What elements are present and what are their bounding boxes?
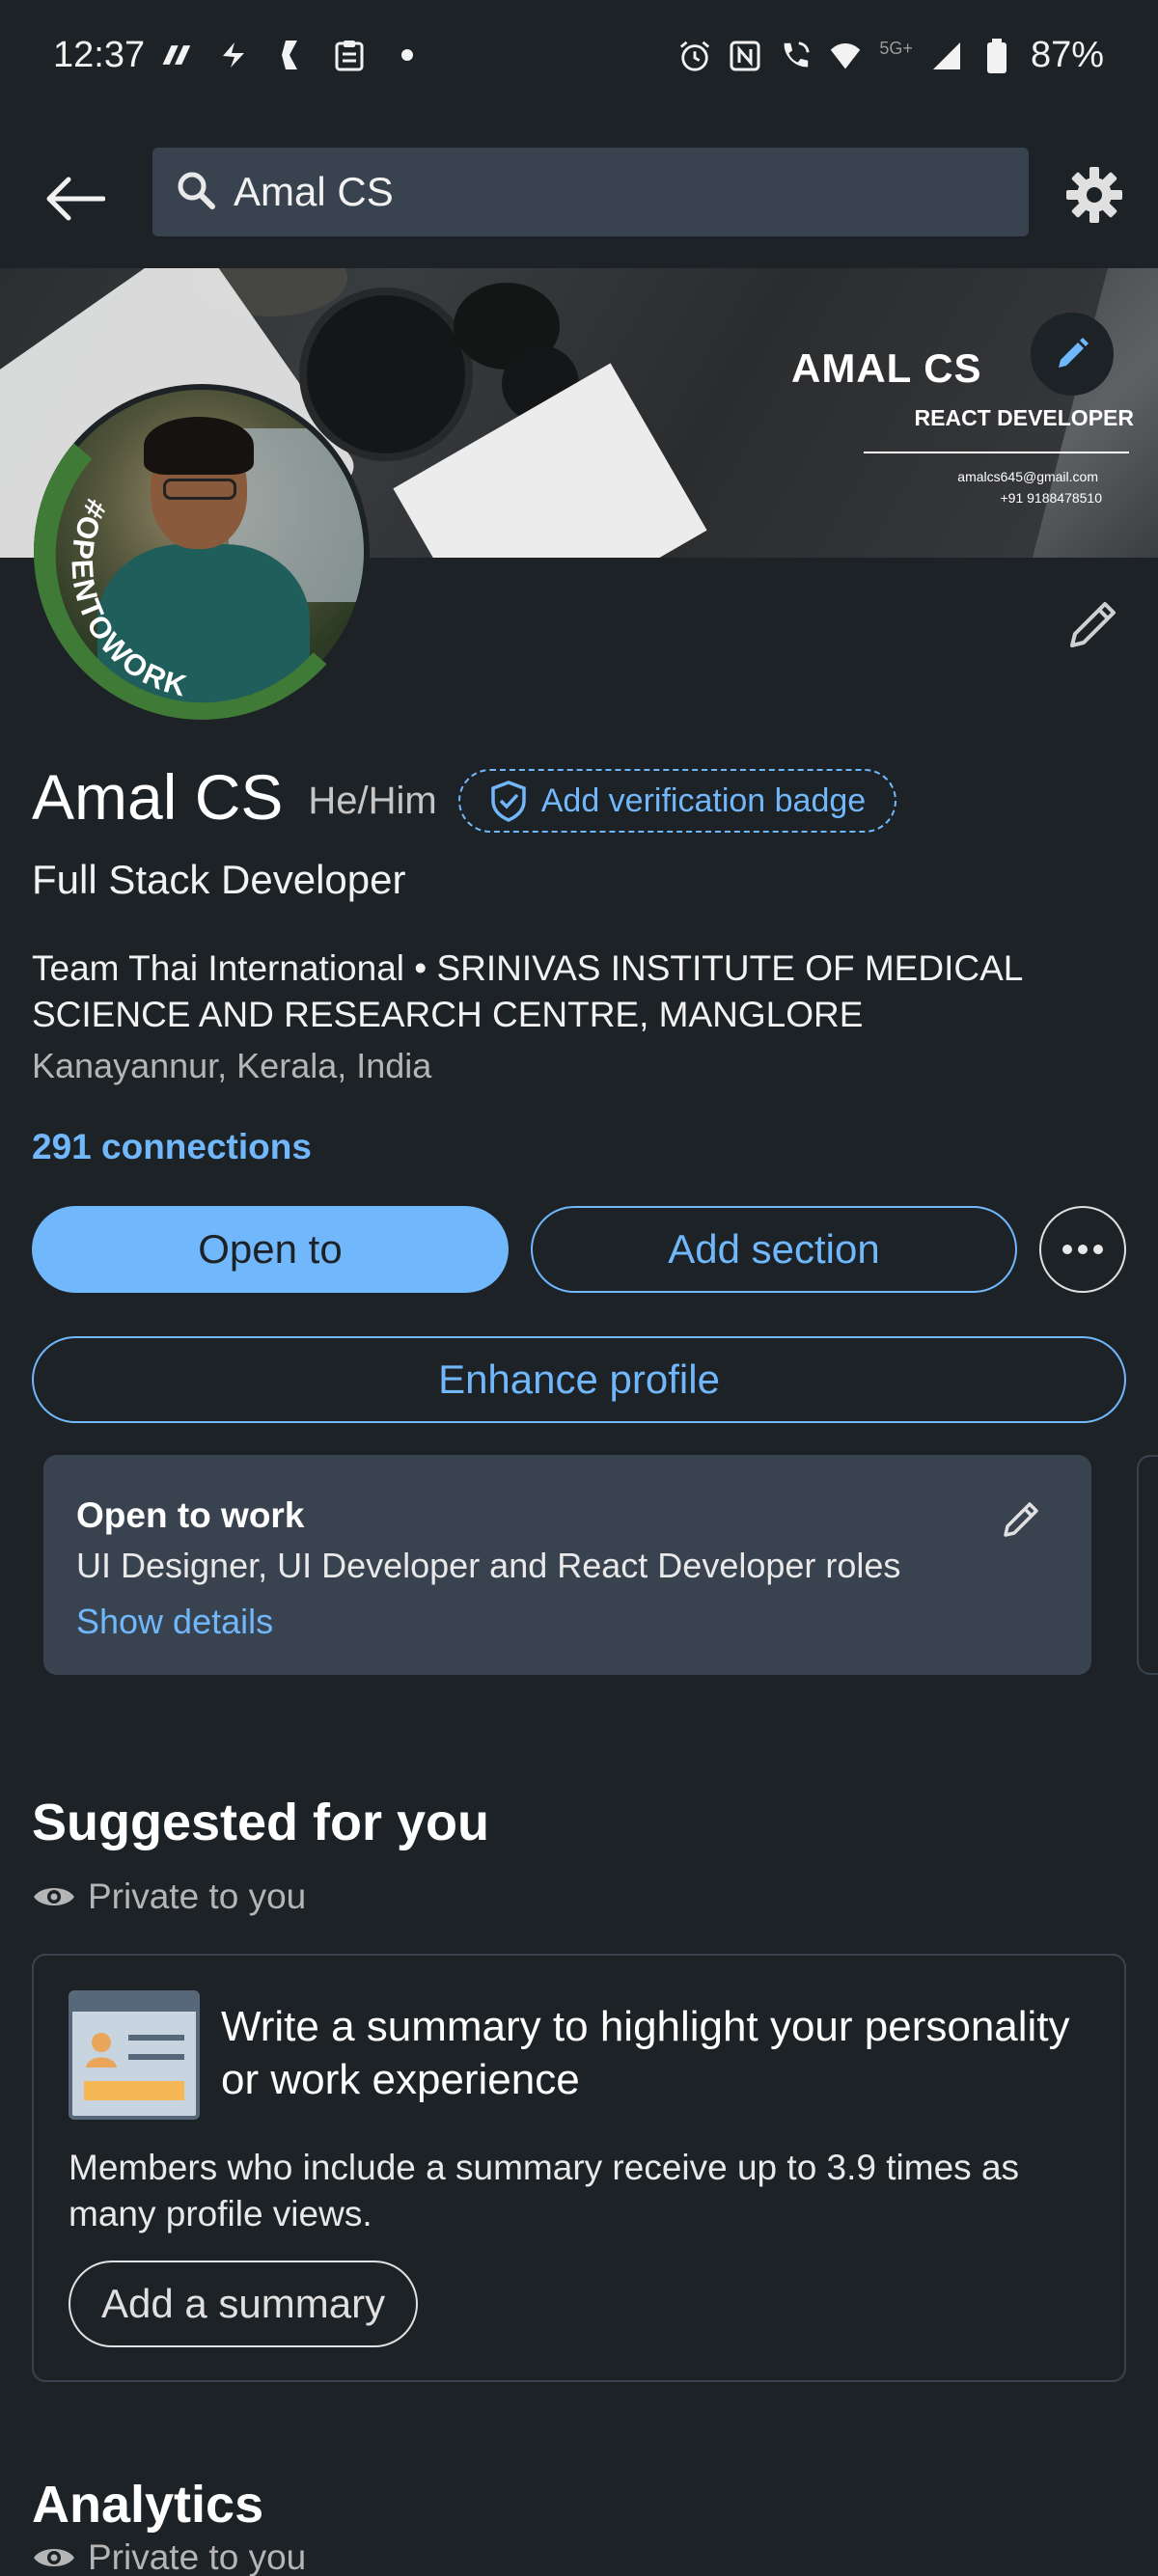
add-summary-button[interactable]: Add a summary [69, 2261, 419, 2347]
status-right-icons: 5G+ 87% [678, 35, 1104, 76]
banner-name: AMAL CS [791, 345, 982, 391]
analytics-title: Analytics [32, 2476, 264, 2534]
open-to-work-roles: UI Designer, UI Developer and React Deve… [76, 1546, 901, 1585]
more-notifications-dot-icon [391, 39, 424, 71]
arrow-left-icon [46, 177, 105, 221]
banner-email: amalcs645@gmail.com [957, 469, 1098, 484]
edit-open-to-work-button[interactable] [999, 1495, 1045, 1542]
suggested-privacy: Private to you [32, 1877, 306, 1917]
profile-card-illustration-icon [69, 1990, 200, 2120]
summary-suggestion-card: Write a summary to highlight your person… [32, 1954, 1126, 2382]
profile-name: Amal CS [32, 761, 284, 833]
pencil-icon [1070, 602, 1116, 647]
pencil-icon [1059, 338, 1089, 368]
search-icon [176, 170, 216, 215]
alarm-icon [678, 40, 711, 72]
pronouns: He/Him [308, 779, 437, 822]
wifi-call-icon [779, 40, 812, 72]
summary-suggestion-title: Write a summary to highlight your person… [221, 2003, 1070, 2103]
more-button[interactable] [1039, 1206, 1126, 1293]
clipboard-notification-icon [333, 39, 366, 71]
avatar[interactable]: #OPENTOWORK [34, 384, 370, 720]
gear-icon [1066, 167, 1122, 223]
open-to-work-card[interactable]: Open to work UI Designer, UI Developer a… [43, 1455, 1091, 1675]
more-horizontal-icon [1062, 1245, 1103, 1254]
nfc-icon [729, 40, 761, 72]
suggested-title: Suggested for you [32, 1794, 490, 1851]
status-time: 12:37 [53, 35, 146, 75]
fire-notification-icon [217, 39, 250, 71]
next-card-peek[interactable] [1137, 1455, 1158, 1675]
settings-button[interactable] [1060, 160, 1129, 230]
profile-headline: Full Stack Developer [32, 857, 406, 902]
add-section-button[interactable]: Add section [531, 1206, 1017, 1293]
app-notification-icon [159, 39, 192, 71]
add-verification-badge-button[interactable]: Add verification badge [457, 769, 897, 833]
analytics-privacy-label: Private to you [88, 2537, 307, 2576]
eye-icon [34, 1888, 74, 1905]
summary-suggestion-description: Members who include a summary receive up… [69, 2148, 1020, 2233]
top-nav: Amal CS [0, 135, 1158, 270]
wifi-icon [829, 40, 862, 72]
edit-banner-button[interactable] [1031, 313, 1114, 396]
search-input[interactable]: Amal CS [152, 148, 1029, 236]
search-value: Amal CS [234, 169, 394, 214]
verification-badge-label: Add verification badge [540, 781, 867, 819]
name-row: Amal CS He/Him Add verification badge [32, 760, 897, 834]
banner-role: REACT DEVELOPER [914, 405, 1134, 430]
signal-icon [930, 40, 963, 72]
banner-divider [864, 452, 1129, 453]
profile-location: Kanayannur, Kerala, India [32, 1046, 432, 1085]
profile-company[interactable]: Team Thai International • SRINIVAS INSTI… [32, 945, 1103, 1038]
back-button[interactable] [41, 164, 110, 233]
pencil-icon [1004, 1502, 1038, 1537]
battery-icon [980, 38, 1013, 73]
eye-icon [34, 2549, 74, 2566]
banner-phone: +91 9188478510 [1000, 490, 1103, 506]
notification-icons [159, 39, 424, 71]
edit-profile-button[interactable] [1060, 589, 1129, 658]
connections-link[interactable]: 291 connections [32, 1127, 312, 1167]
open-to-work-ring: #OPENTOWORK [34, 425, 353, 720]
suggested-privacy-label: Private to you [88, 1877, 307, 1916]
open-to-work-title: Open to work [76, 1495, 305, 1535]
enhance-profile-button[interactable]: Enhance profile [32, 1336, 1126, 1423]
analytics-privacy: Private to you [32, 2537, 306, 2576]
shield-check-icon [490, 781, 526, 822]
open-to-button[interactable]: Open to [32, 1206, 509, 1293]
show-details-link[interactable]: Show details [76, 1602, 273, 1642]
battery-percent: 87% [1030, 35, 1104, 75]
network-type: 5G+ [879, 39, 913, 58]
tool-notification-icon [275, 39, 308, 71]
status-bar: 12:37 5G+ 87% [0, 0, 1158, 116]
